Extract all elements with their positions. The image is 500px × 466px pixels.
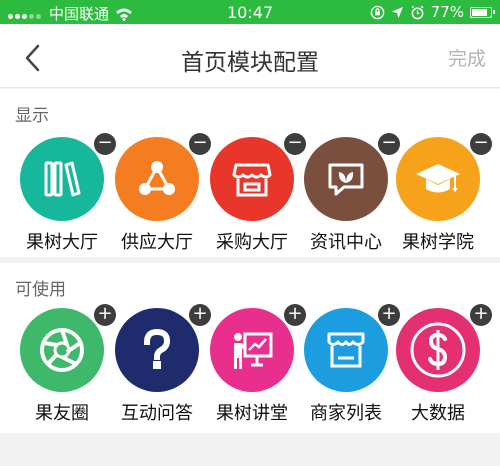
- module-icon-circle: [115, 308, 199, 392]
- page-title: 首页模块配置: [181, 50, 319, 76]
- nav-bar: 首页模块配置 完成: [0, 24, 500, 88]
- module-label: 果友圈: [35, 403, 89, 424]
- section-title-available: 可使用: [15, 280, 66, 300]
- module-shown-0[interactable]: − 果树大厅: [12, 133, 116, 257]
- module-icon-circle: [210, 308, 294, 392]
- done-button[interactable]: 完成: [448, 44, 486, 71]
- module-label: 采购大厅: [216, 232, 288, 253]
- available-modules-section: 可使用 + 果友圈 + 互动问答 + 果树讲堂 + 商家列表 + 大数据: [0, 263, 500, 433]
- network-icon: [139, 161, 175, 195]
- module-icon-circle: [304, 308, 388, 392]
- section-title-shown: 显示: [15, 106, 49, 126]
- module-icon-circle: [20, 137, 104, 221]
- module-available-1[interactable]: + 互动问答: [107, 304, 211, 428]
- battery-icon: [470, 6, 495, 18]
- location-icon: [391, 6, 403, 18]
- module-label: 果树讲堂: [216, 403, 288, 424]
- alarm-icon: [411, 5, 424, 19]
- module-icon-circle: [210, 137, 294, 221]
- module-available-2[interactable]: + 果树讲堂: [202, 304, 306, 428]
- module-shown-2[interactable]: − 采购大厅: [202, 133, 306, 257]
- module-icon-circle: [396, 137, 480, 221]
- shown-modules-row: − 果树大厅 − 供应大厅 − 采购大厅 − 资讯中心 − 果树学院: [0, 133, 500, 257]
- module-icon-circle: [304, 137, 388, 221]
- module-icon-circle: [396, 308, 480, 392]
- shop-icon: [327, 332, 365, 368]
- module-label: 供应大厅: [121, 232, 193, 253]
- module-shown-1[interactable]: − 供应大厅: [107, 133, 211, 257]
- remove-badge[interactable]: −: [470, 133, 492, 155]
- module-available-0[interactable]: + 果友圈: [12, 304, 116, 428]
- storefront-icon: [232, 163, 272, 197]
- rotation-lock-icon: [370, 5, 384, 19]
- module-available-3[interactable]: + 商家列表: [296, 304, 400, 428]
- module-label: 互动问答: [121, 403, 193, 424]
- leaf-chat-icon: [328, 163, 364, 196]
- shown-modules-section: 显示 − 果树大厅 − 供应大厅 − 采购大厅 − 资讯中心 − 果树学院: [0, 89, 500, 257]
- module-available-4[interactable]: + 大数据: [388, 304, 492, 428]
- module-label: 大数据: [411, 403, 465, 424]
- battery-percent: 77%: [430, 3, 464, 21]
- module-label: 商家列表: [310, 403, 382, 424]
- module-label: 资讯中心: [310, 232, 382, 253]
- graduation-cap-icon: [416, 164, 460, 193]
- status-bar: 中国联通 10:47 77%: [0, 0, 500, 24]
- module-label: 果树学院: [402, 232, 474, 253]
- question-icon: [143, 328, 171, 369]
- lecture-icon: [234, 332, 273, 369]
- status-right: 77%: [370, 3, 495, 21]
- module-shown-3[interactable]: − 资讯中心: [296, 133, 400, 257]
- module-label: 果树大厅: [26, 232, 98, 253]
- available-modules-row: + 果友圈 + 互动问答 + 果树讲堂 + 商家列表 + 大数据: [0, 304, 500, 428]
- module-icon-circle: [115, 137, 199, 221]
- aperture-icon: [40, 328, 84, 372]
- books-icon: [44, 161, 81, 197]
- module-shown-4[interactable]: − 果树学院: [388, 133, 492, 257]
- dollar-icon: [410, 322, 466, 378]
- module-icon-circle: [20, 308, 104, 392]
- add-badge[interactable]: +: [470, 304, 492, 326]
